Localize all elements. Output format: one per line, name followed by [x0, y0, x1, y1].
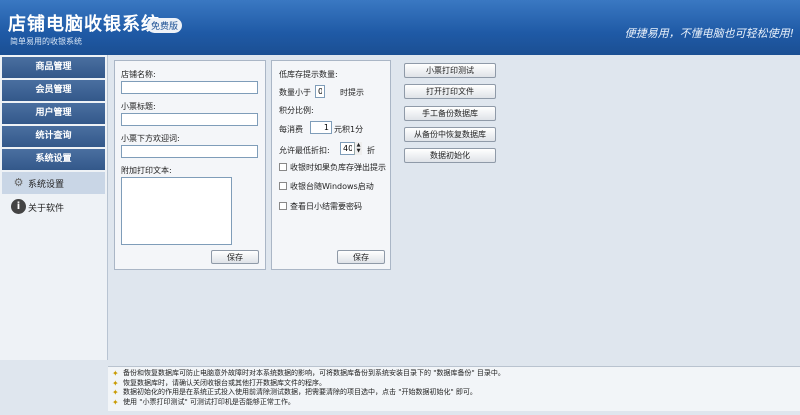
bulb-icon: ✦: [112, 388, 119, 397]
stock-popup-checkbox[interactable]: [279, 163, 287, 171]
welcome-input[interactable]: [121, 145, 258, 158]
test-print-button[interactable]: 小票打印测试: [404, 63, 496, 78]
sidebar-category-stats[interactable]: 统计查询: [2, 126, 105, 147]
note-item: ✦ 备份和恢复数据库可防止电脑意外故障时对本系统数据的影响，可将数据库备份到系统…: [112, 369, 505, 378]
restore-db-button[interactable]: 从备份中恢复数据库: [404, 127, 496, 142]
discount-label: 允许最低折扣:: [279, 146, 330, 155]
start-with-windows-checkbox[interactable]: [279, 182, 287, 190]
points-input[interactable]: [310, 121, 332, 134]
low-stock-label: 低库存提示数量:: [279, 70, 338, 79]
shop-name-input[interactable]: [121, 81, 258, 94]
sidebar-item-label: 关于软件: [28, 203, 65, 214]
notes-panel: ✦ 备份和恢复数据库可防止电脑意外故障时对本系统数据的影响，可将数据库备份到系统…: [108, 366, 800, 411]
app-title: 店铺电脑收银系统: [8, 14, 160, 35]
daily-password-label: 查看日小结需要密码: [290, 202, 362, 211]
note-item: ✦ 恢复数据库时，请确认关闭收银台或其他打开数据库文件的程序。: [112, 378, 326, 388]
sidebar-item-label: 系统设置: [28, 179, 65, 190]
open-print-file-button[interactable]: 打开打印文件: [404, 84, 496, 99]
extra-text-area[interactable]: [121, 177, 232, 245]
start-with-windows-label: 收银台随Windows启动: [290, 182, 374, 191]
stepper-arrows-icon[interactable]: ▲ ▼: [354, 142, 362, 155]
points-label: 积分比例:: [279, 106, 314, 115]
discount-suffix: 折: [367, 146, 375, 155]
qty-suffix: 时提示: [340, 88, 364, 97]
extra-text-label: 附加打印文本:: [121, 166, 172, 175]
note-item: ✦ 数据初始化的作用是在系统正式投入使用前清除测试数据，把需要清除的项目选中，点…: [112, 388, 477, 397]
sidebar-category-goods[interactable]: 商品管理: [2, 57, 105, 78]
points-prefix: 每消费: [279, 125, 303, 134]
qty-prefix: 数量小于: [279, 88, 311, 97]
general-settings-panel: 低库存提示数量: 数量小于 时提示 积分比例: 每消费 元积1分 允许最低折扣:…: [271, 60, 391, 270]
slogan: 便捷易用，不懂电脑也可轻松使用!: [624, 27, 794, 40]
welcome-label: 小票下方欢迎词:: [121, 134, 180, 143]
sidebar-category-settings[interactable]: 系统设置: [2, 149, 105, 170]
daily-password-checkbox[interactable]: [279, 202, 287, 210]
receipt-settings-panel: 店铺名称: 小票标题: 小票下方欢迎词: 附加打印文本: 保存: [114, 60, 266, 270]
shop-name-label: 店铺名称:: [121, 70, 156, 79]
note-item: ✦ 使用 "小票打印测试" 可测试打印机是否能够正常工作。: [112, 397, 295, 407]
init-data-button[interactable]: 数据初始化: [404, 148, 496, 163]
receipt-title-input[interactable]: [121, 113, 258, 126]
sidebar-item-about[interactable]: i 关于软件: [2, 196, 105, 218]
stock-popup-label: 收银时如果负库存弹出提示: [290, 163, 386, 172]
sidebar-category-members[interactable]: 会员管理: [2, 80, 105, 101]
app-subtitle: 简单易用的收银系统: [10, 37, 82, 46]
receipt-save-button[interactable]: 保存: [211, 250, 259, 264]
bulb-icon: ✦: [112, 397, 119, 407]
settings-save-button[interactable]: 保存: [337, 250, 385, 264]
sidebar-item-system-settings[interactable]: ⚙ 系统设置: [2, 172, 105, 194]
discount-stepper[interactable]: ▲▼: [340, 142, 362, 155]
bulb-icon: ✦: [112, 378, 119, 388]
points-suffix: 元积1分: [334, 125, 364, 134]
edition-badge: 免费版: [147, 18, 183, 33]
receipt-title-label: 小票标题:: [121, 102, 156, 111]
low-stock-qty-input[interactable]: [315, 85, 325, 98]
sidebar-category-users[interactable]: 用户管理: [2, 103, 105, 124]
backup-db-button[interactable]: 手工备份数据库: [404, 106, 496, 121]
bulb-icon: ✦: [112, 369, 119, 378]
title-bar: 店铺电脑收银系统 免费版 简单易用的收银系统 便捷易用，不懂电脑也可轻松使用!: [0, 0, 800, 55]
info-icon: i: [11, 199, 26, 214]
sidebar: 商品管理 会员管理 用户管理 统计查询 系统设置 ⚙ 系统设置 i 关于软件: [0, 55, 108, 360]
gear-icon: ⚙: [13, 176, 24, 189]
